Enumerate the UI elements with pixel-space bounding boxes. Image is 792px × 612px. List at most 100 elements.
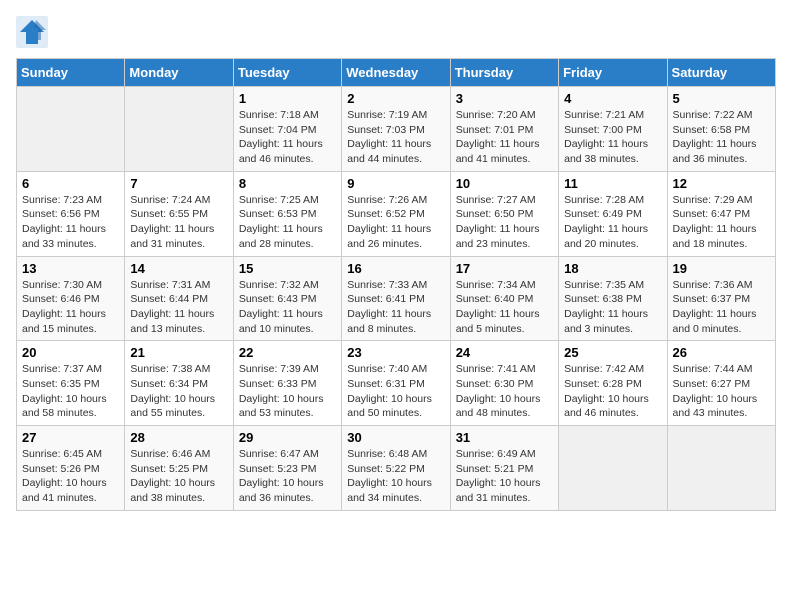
day-number: 30 xyxy=(347,430,444,445)
calendar-cell: 6Sunrise: 7:23 AM Sunset: 6:56 PM Daylig… xyxy=(17,171,125,256)
calendar-cell: 26Sunrise: 7:44 AM Sunset: 6:27 PM Dayli… xyxy=(667,341,775,426)
calendar-cell: 12 Sunrise: 7:29 AM Sunset: 6:47 PM Dayli… xyxy=(667,171,775,256)
weekday-header-friday: Friday xyxy=(559,59,667,87)
cell-info: Sunrise: 6:48 AM Sunset: 5:22 PM Dayligh… xyxy=(347,447,444,506)
calendar-week-2: 6Sunrise: 7:23 AM Sunset: 6:56 PM Daylig… xyxy=(17,171,776,256)
day-number: 8 xyxy=(239,176,336,191)
logo xyxy=(16,16,54,48)
cell-info: Sunrise: 7:26 AM Sunset: 6:52 PM Dayligh… xyxy=(347,193,444,252)
day-number: 31 xyxy=(456,430,553,445)
calendar-cell: 7 Sunrise: 7:24 AM Sunset: 6:55 PM Daylig… xyxy=(125,171,233,256)
calendar-body: 1 Sunrise: 7:18 AM Sunset: 7:04 PM Daylig… xyxy=(17,87,776,511)
day-number: 3 xyxy=(456,91,553,106)
cell-info: Sunrise: 6:49 AM Sunset: 5:21 PM Dayligh… xyxy=(456,447,553,506)
weekday-header-tuesday: Tuesday xyxy=(233,59,341,87)
calendar-cell: 19 Sunrise: 7:36 AM Sunset: 6:37 PM Dayli… xyxy=(667,256,775,341)
calendar-cell: 31 Sunrise: 6:49 AM Sunset: 5:21 PM Dayli… xyxy=(450,426,558,511)
calendar-week-5: 27 Sunrise: 6:45 AM Sunset: 5:26 PM Dayli… xyxy=(17,426,776,511)
weekday-header-saturday: Saturday xyxy=(667,59,775,87)
calendar-cell: 5 Sunrise: 7:22 AM Sunset: 6:58 PM Daylig… xyxy=(667,87,775,172)
cell-info: Sunrise: 7:38 AM Sunset: 6:34 PM Dayligh… xyxy=(130,362,227,421)
calendar-cell: 20 Sunrise: 7:37 AM Sunset: 6:35 PM Dayli… xyxy=(17,341,125,426)
day-number: 25 xyxy=(564,345,661,360)
calendar-cell: 21 Sunrise: 7:38 AM Sunset: 6:34 PM Dayli… xyxy=(125,341,233,426)
day-number: 9 xyxy=(347,176,444,191)
day-number: 4 xyxy=(564,91,661,106)
day-number: 24 xyxy=(456,345,553,360)
calendar-cell: 8 Sunrise: 7:25 AM Sunset: 6:53 PM Daylig… xyxy=(233,171,341,256)
calendar-cell: 25Sunrise: 7:42 AM Sunset: 6:28 PM Dayli… xyxy=(559,341,667,426)
calendar-cell xyxy=(17,87,125,172)
calendar-cell: 4 Sunrise: 7:21 AM Sunset: 7:00 PM Daylig… xyxy=(559,87,667,172)
calendar-cell: 28Sunrise: 6:46 AM Sunset: 5:25 PM Dayli… xyxy=(125,426,233,511)
logo-icon xyxy=(16,16,48,48)
calendar-cell: 1 Sunrise: 7:18 AM Sunset: 7:04 PM Daylig… xyxy=(233,87,341,172)
calendar-cell: 24 Sunrise: 7:41 AM Sunset: 6:30 PM Dayli… xyxy=(450,341,558,426)
weekday-header-wednesday: Wednesday xyxy=(342,59,450,87)
cell-info: Sunrise: 7:19 AM Sunset: 7:03 PM Dayligh… xyxy=(347,108,444,167)
day-number: 11 xyxy=(564,176,661,191)
cell-info: Sunrise: 6:47 AM Sunset: 5:23 PM Dayligh… xyxy=(239,447,336,506)
calendar-week-4: 20 Sunrise: 7:37 AM Sunset: 6:35 PM Dayli… xyxy=(17,341,776,426)
day-number: 14 xyxy=(130,261,227,276)
calendar-cell: 2 Sunrise: 7:19 AM Sunset: 7:03 PM Daylig… xyxy=(342,87,450,172)
cell-info: Sunrise: 7:30 AM Sunset: 6:46 PM Dayligh… xyxy=(22,278,119,337)
cell-info: Sunrise: 7:24 AM Sunset: 6:55 PM Dayligh… xyxy=(130,193,227,252)
calendar-cell: 18 Sunrise: 7:35 AM Sunset: 6:38 PM Dayli… xyxy=(559,256,667,341)
cell-info: Sunrise: 7:29 AM Sunset: 6:47 PM Dayligh… xyxy=(673,193,770,252)
day-number: 21 xyxy=(130,345,227,360)
day-number: 6 xyxy=(22,176,119,191)
calendar-week-1: 1 Sunrise: 7:18 AM Sunset: 7:04 PM Daylig… xyxy=(17,87,776,172)
day-number: 12 xyxy=(673,176,770,191)
cell-info: Sunrise: 6:46 AM Sunset: 5:25 PM Dayligh… xyxy=(130,447,227,506)
weekday-header-monday: Monday xyxy=(125,59,233,87)
calendar-cell: 16Sunrise: 7:33 AM Sunset: 6:41 PM Dayli… xyxy=(342,256,450,341)
day-number: 19 xyxy=(673,261,770,276)
day-number: 10 xyxy=(456,176,553,191)
calendar-cell: 9 Sunrise: 7:26 AM Sunset: 6:52 PM Daylig… xyxy=(342,171,450,256)
weekday-row: SundayMondayTuesdayWednesdayThursdayFrid… xyxy=(17,59,776,87)
cell-info: Sunrise: 7:25 AM Sunset: 6:53 PM Dayligh… xyxy=(239,193,336,252)
day-number: 7 xyxy=(130,176,227,191)
day-number: 1 xyxy=(239,91,336,106)
cell-info: Sunrise: 7:18 AM Sunset: 7:04 PM Dayligh… xyxy=(239,108,336,167)
calendar-cell: 3Sunrise: 7:20 AM Sunset: 7:01 PM Daylig… xyxy=(450,87,558,172)
day-number: 18 xyxy=(564,261,661,276)
calendar-cell: 30 Sunrise: 6:48 AM Sunset: 5:22 PM Dayli… xyxy=(342,426,450,511)
calendar-cell: 11 Sunrise: 7:28 AM Sunset: 6:49 PM Dayli… xyxy=(559,171,667,256)
calendar-cell: 14 Sunrise: 7:31 AM Sunset: 6:44 PM Dayli… xyxy=(125,256,233,341)
day-number: 20 xyxy=(22,345,119,360)
calendar-cell: 15Sunrise: 7:32 AM Sunset: 6:43 PM Dayli… xyxy=(233,256,341,341)
page-header xyxy=(16,16,776,48)
day-number: 22 xyxy=(239,345,336,360)
cell-info: Sunrise: 6:45 AM Sunset: 5:26 PM Dayligh… xyxy=(22,447,119,506)
cell-info: Sunrise: 7:32 AM Sunset: 6:43 PM Dayligh… xyxy=(239,278,336,337)
cell-info: Sunrise: 7:36 AM Sunset: 6:37 PM Dayligh… xyxy=(673,278,770,337)
day-number: 2 xyxy=(347,91,444,106)
day-number: 29 xyxy=(239,430,336,445)
cell-info: Sunrise: 7:37 AM Sunset: 6:35 PM Dayligh… xyxy=(22,362,119,421)
calendar-cell: 27 Sunrise: 6:45 AM Sunset: 5:26 PM Dayli… xyxy=(17,426,125,511)
cell-info: Sunrise: 7:39 AM Sunset: 6:33 PM Dayligh… xyxy=(239,362,336,421)
day-number: 23 xyxy=(347,345,444,360)
cell-info: Sunrise: 7:41 AM Sunset: 6:30 PM Dayligh… xyxy=(456,362,553,421)
cell-info: Sunrise: 7:22 AM Sunset: 6:58 PM Dayligh… xyxy=(673,108,770,167)
day-number: 27 xyxy=(22,430,119,445)
weekday-header-sunday: Sunday xyxy=(17,59,125,87)
calendar-cell: 10Sunrise: 7:27 AM Sunset: 6:50 PM Dayli… xyxy=(450,171,558,256)
cell-info: Sunrise: 7:44 AM Sunset: 6:27 PM Dayligh… xyxy=(673,362,770,421)
cell-info: Sunrise: 7:21 AM Sunset: 7:00 PM Dayligh… xyxy=(564,108,661,167)
cell-info: Sunrise: 7:40 AM Sunset: 6:31 PM Dayligh… xyxy=(347,362,444,421)
cell-info: Sunrise: 7:35 AM Sunset: 6:38 PM Dayligh… xyxy=(564,278,661,337)
calendar-cell xyxy=(667,426,775,511)
calendar-cell: 23 Sunrise: 7:40 AM Sunset: 6:31 PM Dayli… xyxy=(342,341,450,426)
calendar-cell: 13 Sunrise: 7:30 AM Sunset: 6:46 PM Dayli… xyxy=(17,256,125,341)
calendar-cell: 17Sunrise: 7:34 AM Sunset: 6:40 PM Dayli… xyxy=(450,256,558,341)
calendar-cell: 29 Sunrise: 6:47 AM Sunset: 5:23 PM Dayli… xyxy=(233,426,341,511)
cell-info: Sunrise: 7:28 AM Sunset: 6:49 PM Dayligh… xyxy=(564,193,661,252)
cell-info: Sunrise: 7:31 AM Sunset: 6:44 PM Dayligh… xyxy=(130,278,227,337)
day-number: 5 xyxy=(673,91,770,106)
cell-info: Sunrise: 7:34 AM Sunset: 6:40 PM Dayligh… xyxy=(456,278,553,337)
day-number: 16 xyxy=(347,261,444,276)
day-number: 13 xyxy=(22,261,119,276)
